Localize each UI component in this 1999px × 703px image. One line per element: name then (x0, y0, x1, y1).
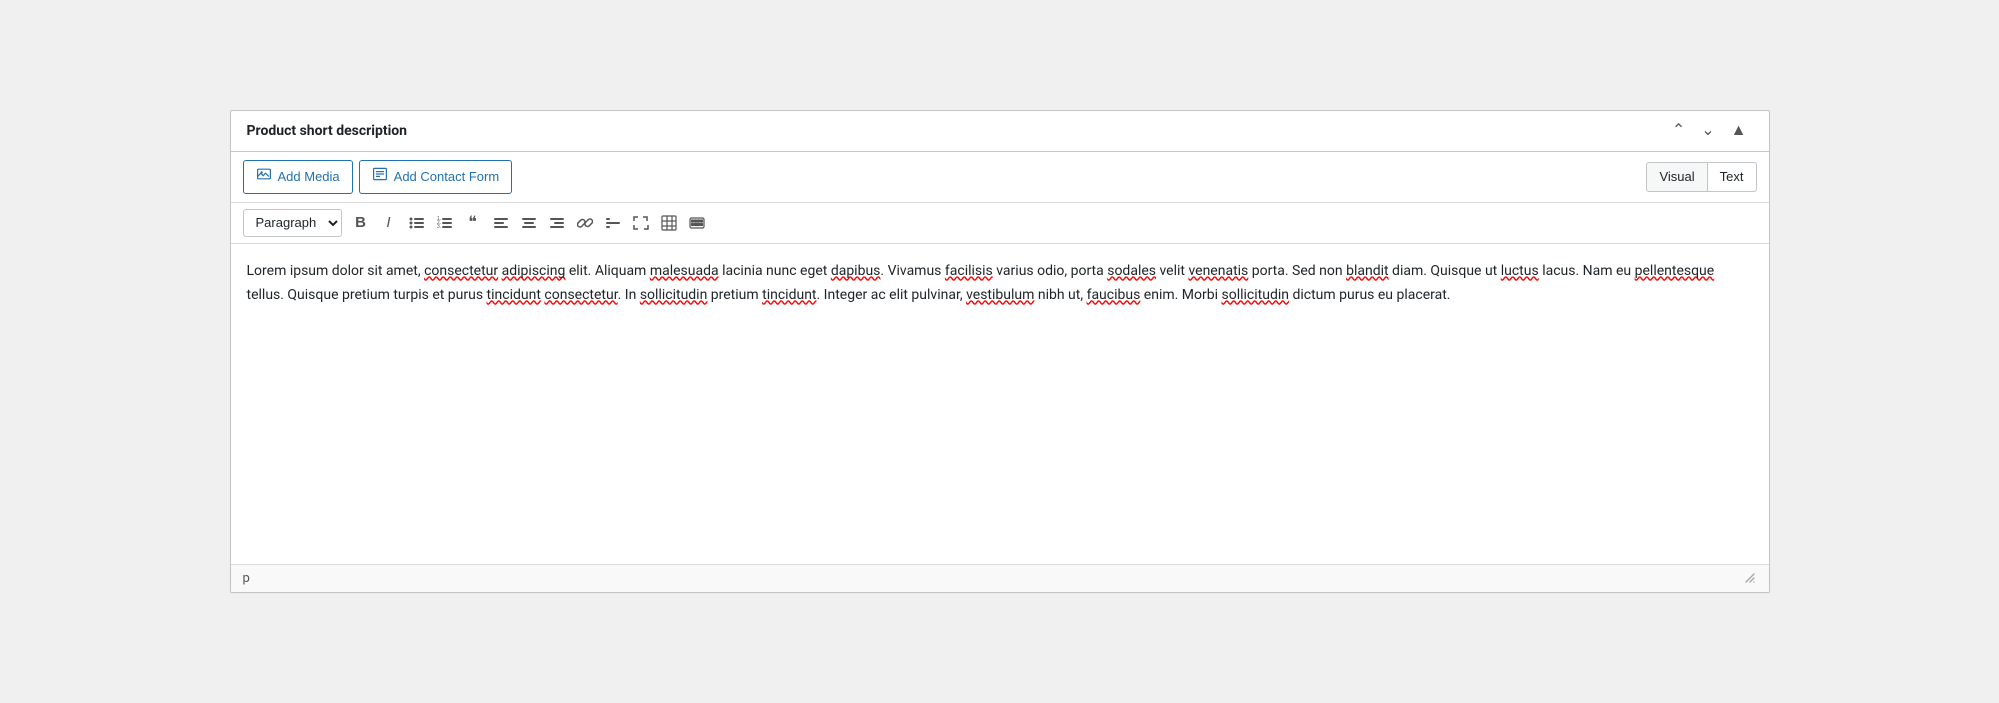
misspelled-word: luctus (1501, 263, 1539, 279)
italic-button[interactable]: I (376, 210, 402, 236)
move-up-button[interactable]: ⌃ (1666, 121, 1691, 141)
ordered-list-button[interactable]: 1. 2. 3. (432, 210, 458, 236)
paragraph-format-select[interactable]: Paragraph Heading 1 Heading 2 Heading 3 (243, 209, 342, 237)
misspelled-word: venenatis (1188, 263, 1248, 279)
misspelled-word: sollicitudin (1222, 287, 1289, 303)
fullscreen-button[interactable] (628, 210, 654, 236)
misspelled-word: vestibulum (966, 287, 1034, 303)
misspelled-word: sollicitudin (640, 287, 707, 303)
metabox-controls: ⌃ ⌄ ▲ (1666, 121, 1753, 141)
add-media-button[interactable]: Add Media (243, 160, 353, 194)
misspelled-word: consectetur (544, 287, 617, 303)
horizontal-rule-button[interactable] (600, 210, 626, 236)
misspelled-word: dapibus (831, 263, 881, 279)
metabox-title: Product short description (247, 123, 408, 139)
add-media-label: Add Media (278, 168, 340, 186)
misspelled-word: malesuada (650, 263, 719, 279)
add-contact-form-icon (372, 166, 388, 188)
misspelled-word: sodales (1107, 263, 1156, 279)
svg-text:3.: 3. (437, 224, 441, 230)
misspelled-word: tincidunt (762, 287, 816, 303)
editor-footer: p (231, 564, 1769, 592)
link-button[interactable] (572, 210, 598, 236)
format-toolbar: Paragraph Heading 1 Heading 2 Heading 3 … (231, 203, 1769, 244)
product-short-description-metabox: Product short description ⌃ ⌄ ▲ Add Medi… (230, 110, 1770, 593)
misspelled-word: adipiscing (502, 263, 566, 279)
view-toggle: Visual Text (1646, 162, 1756, 192)
align-left-button[interactable] (488, 210, 514, 236)
collapse-button[interactable]: ▲ (1725, 121, 1753, 141)
metabox-header: Product short description ⌃ ⌄ ▲ (231, 111, 1769, 152)
bold-button[interactable]: B (348, 210, 374, 236)
align-right-button[interactable] (544, 210, 570, 236)
keyboard-shortcuts-button[interactable] (684, 210, 710, 236)
misspelled-word: faucibus (1087, 287, 1141, 303)
misspelled-word: pellentesque (1635, 263, 1715, 279)
toolbar-left: Add Media Add Contact Form (243, 160, 513, 194)
text-tab[interactable]: Text (1708, 162, 1757, 192)
editor-top-toolbar: Add Media Add Contact Form Visual Text (231, 152, 1769, 203)
align-center-button[interactable] (516, 210, 542, 236)
editor-content-area[interactable]: Lorem ipsum dolor sit amet, consectetur … (231, 244, 1769, 564)
misspelled-word: tincidunt (487, 287, 541, 303)
misspelled-word: facilisis (945, 263, 993, 279)
editor-text-content[interactable]: Lorem ipsum dolor sit amet, consectetur … (247, 260, 1753, 308)
editor-path: p (243, 571, 250, 586)
blockquote-button[interactable]: ❝ (460, 210, 486, 236)
add-media-icon (256, 166, 272, 188)
resize-handle[interactable] (1743, 571, 1757, 585)
insert-table-button[interactable] (656, 210, 682, 236)
add-contact-form-button[interactable]: Add Contact Form (359, 160, 513, 194)
add-contact-form-label: Add Contact Form (394, 168, 500, 186)
unordered-list-button[interactable] (404, 210, 430, 236)
misspelled-word: consectetur (424, 263, 498, 279)
move-down-button[interactable]: ⌄ (1695, 121, 1720, 141)
misspelled-word: blandit (1346, 263, 1389, 279)
visual-tab[interactable]: Visual (1646, 162, 1707, 192)
